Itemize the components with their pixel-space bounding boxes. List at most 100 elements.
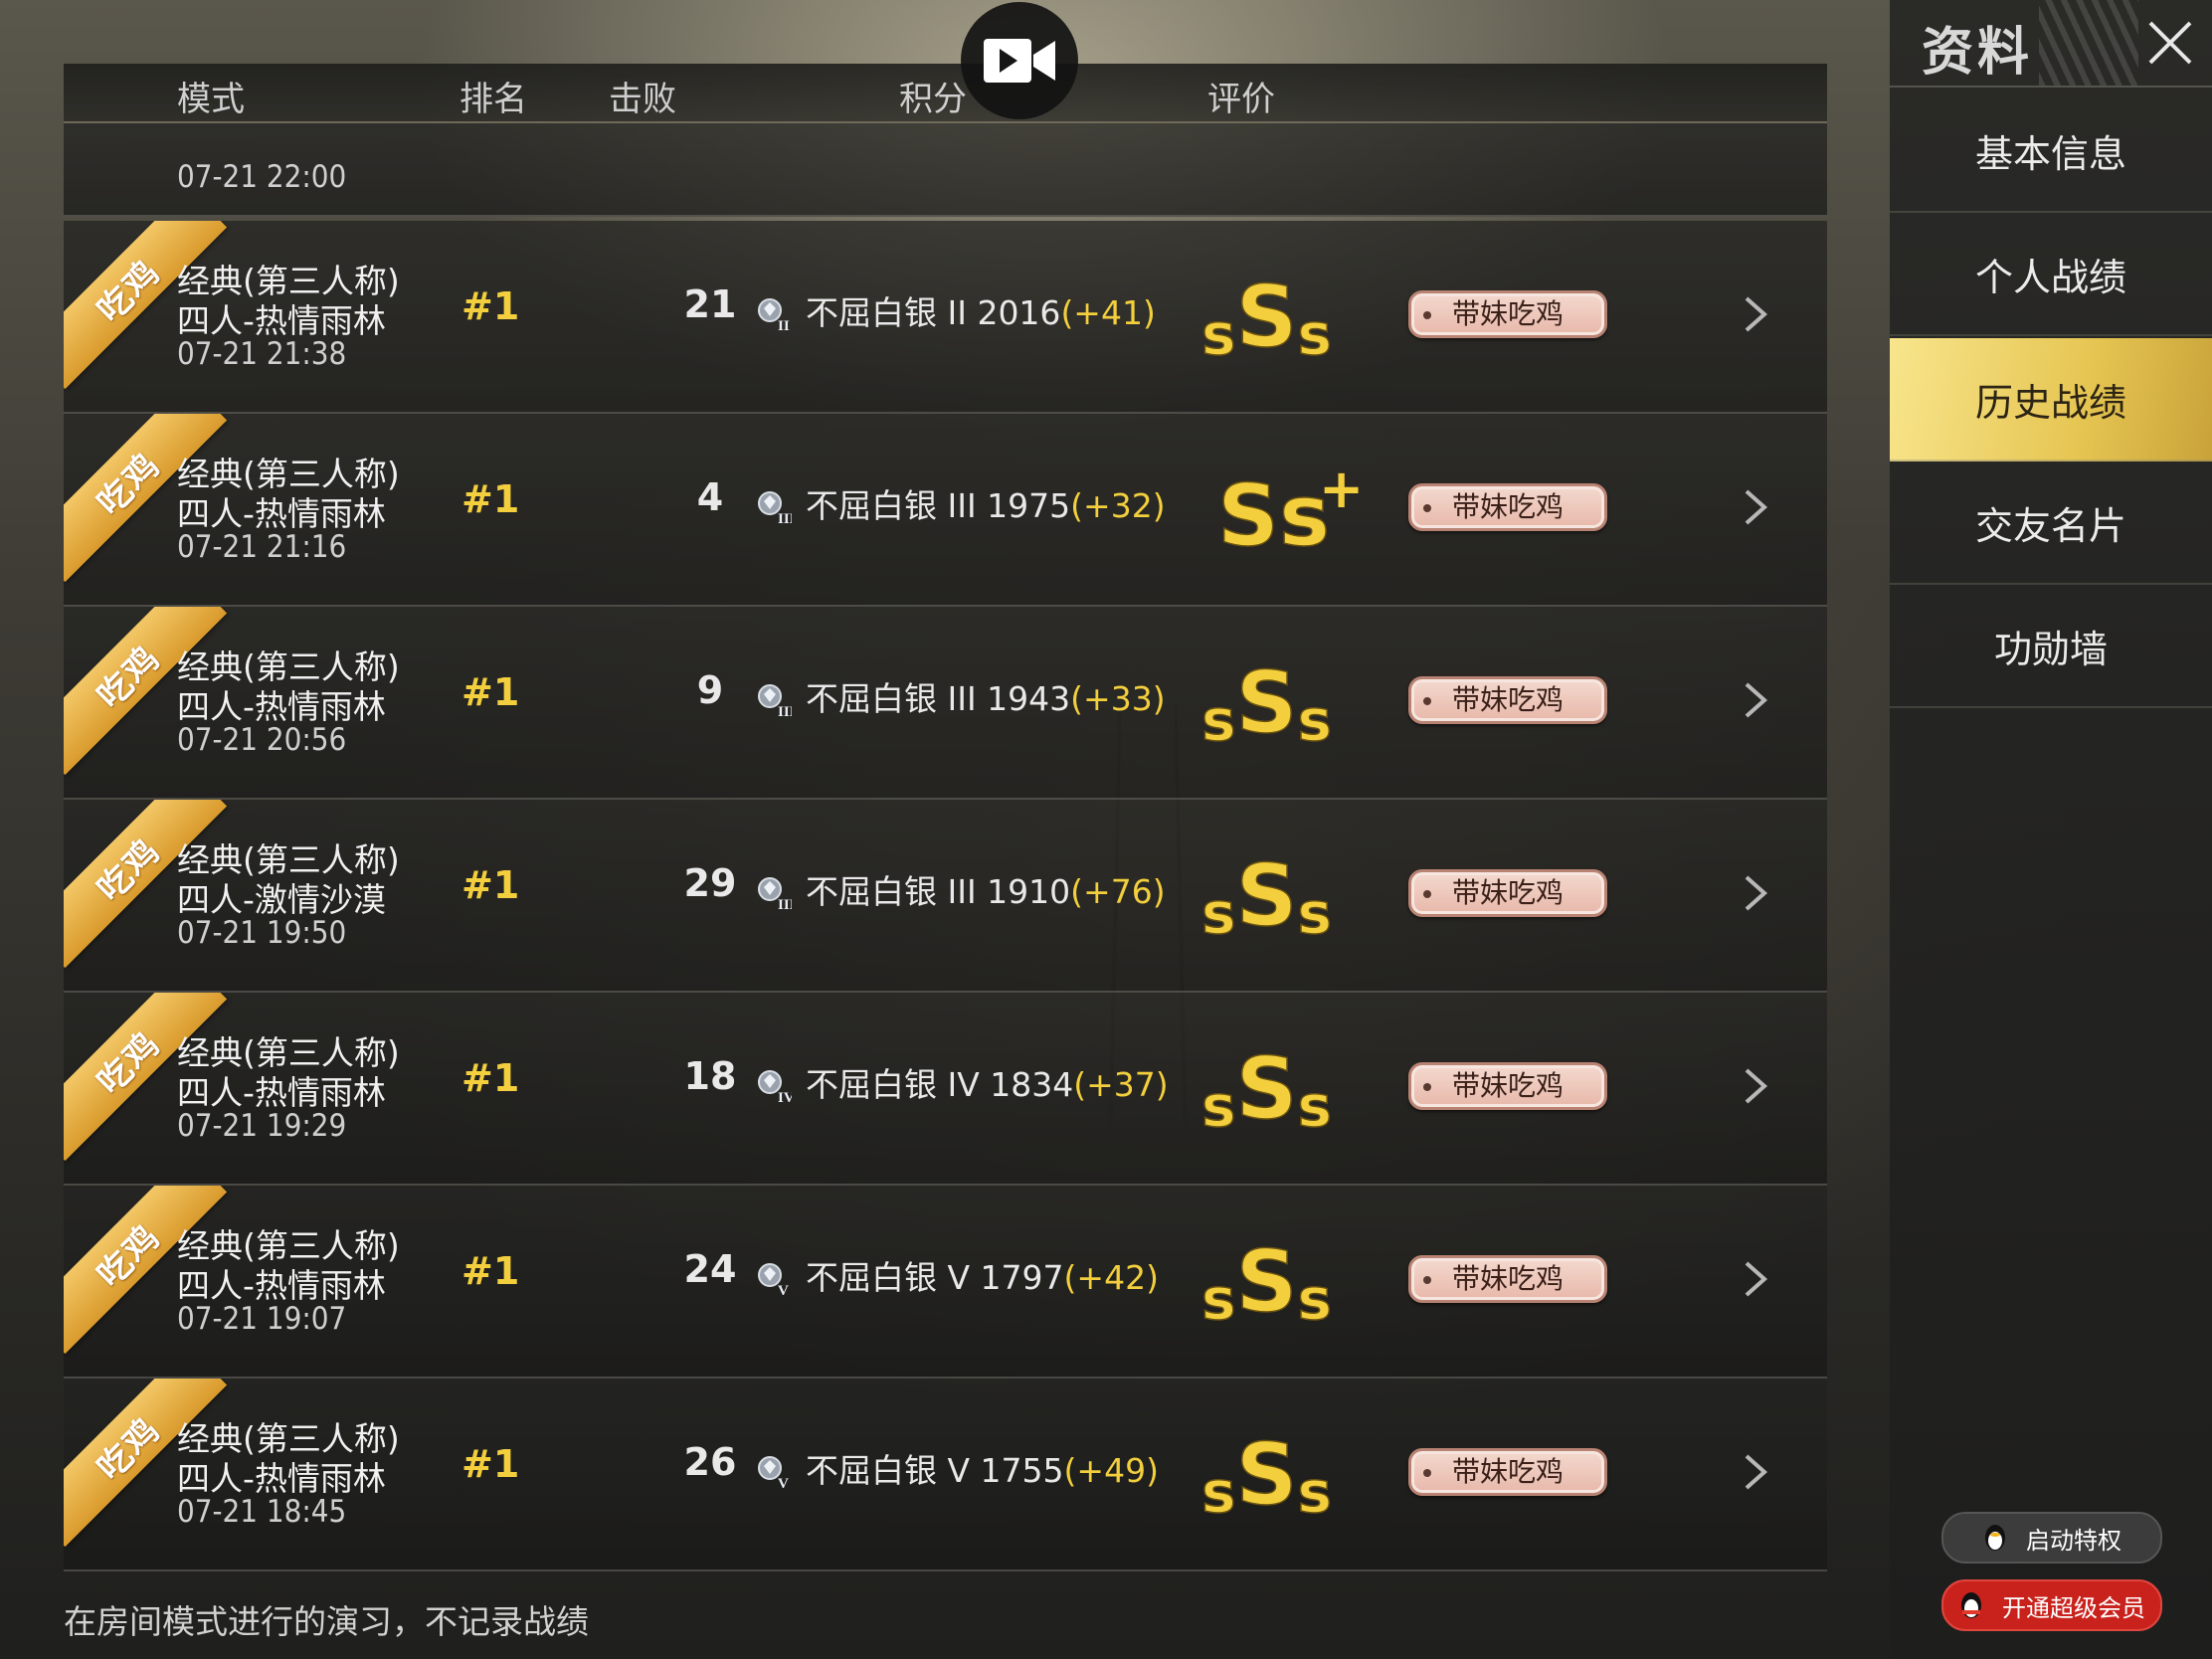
match-tag: 带妹吃鸡 [1408,869,1607,917]
nav-history[interactable]: 历史战绩 [1890,338,2212,461]
nav-label: 功勋墙 [1993,627,2108,671]
match-time: 07-21 22:00 [177,159,347,195]
privilege-label: 启动特权 [2026,1526,2121,1555]
chevron-right-icon[interactable] [1735,1452,1774,1492]
grade-badge: sSs [1200,1237,1333,1327]
nav-personal-stats[interactable]: 个人战绩 [1890,213,2212,336]
col-rank: 排名 [460,80,527,119]
ribbon-label: 吃鸡 [89,251,169,331]
grade-text: sSs [1201,1044,1332,1134]
score-delta: (+76) [1070,872,1166,911]
match-tag: 带妹吃鸡 [1408,290,1607,338]
table-row[interactable]: 吃鸡 经典(第三人称) 四人-热情雨林 07-21 21:38 #1 21 II… [64,221,1827,414]
score-text: 不屈白银 V 1755 [806,1451,1064,1490]
match-time: 07-21 19:07 [177,1301,347,1337]
grade-text: sSs [1201,1430,1332,1520]
grade-badge: sSs [1200,1044,1333,1134]
mode-map: 四人-热情雨林 [177,1266,386,1305]
grade-text: sSs [1201,1237,1332,1327]
score-delta: (+41) [1060,293,1156,332]
divider [1890,86,2212,88]
table-row[interactable]: 吃鸡 经典(第三人称) 四人-热情雨林 07-21 19:29 #1 18 IV… [64,993,1827,1186]
ribbon-label: 吃鸡 [89,444,169,524]
score-text: 不屈白银 IV 1834 [806,1065,1074,1104]
match-tag: 带妹吃鸡 [1408,1062,1607,1110]
history-panel: 模式 排名 击败 积分 评价 07-21 22:00 吃鸡 经典(第三人称) 四… [64,64,1827,1635]
col-grade: 评价 [1207,80,1275,119]
table-row[interactable]: 吃鸡 经典(第三人称) 四人-热情雨林 07-21 20:56 #1 9 III… [64,607,1827,800]
score-text: 不屈白银 II 2016 [806,293,1061,332]
side-panel: 资料 基本信息 个人战绩 历史战绩 交友名片 功勋墙 启动特权 开通超级会员 [1890,0,2212,1659]
chevron-right-icon[interactable] [1735,680,1774,720]
nav-label: 个人战绩 [1974,255,2126,299]
grade-text: sSs [1201,273,1332,362]
footer-note: 在房间模式进行的演习，不记录战绩 [64,1602,589,1641]
mode-map: 四人-激情沙漠 [177,880,386,919]
chevron-right-icon[interactable] [1735,1259,1774,1299]
grade-badge: sSs [1200,851,1333,941]
score-delta: (+32) [1070,486,1166,525]
table-row[interactable]: 吃鸡 经典(第三人称) 四人-热情雨林 07-21 21:16 #1 4 III… [64,414,1827,607]
match-rank: #1 [461,1249,520,1293]
record-button[interactable] [961,2,1078,119]
chevron-right-icon[interactable] [1735,294,1774,334]
tier-numeral: IV [778,1090,792,1104]
match-tag: 带妹吃鸡 [1408,676,1607,724]
title-decoration [2039,0,2138,86]
nav-label: 基本信息 [1974,131,2126,176]
match-rank: #1 [461,1442,520,1486]
nav-label: 交友名片 [1974,503,2126,548]
score-text: 不屈白银 III 1975 [806,486,1071,525]
chevron-right-icon[interactable] [1735,487,1774,527]
ribbon-label: 吃鸡 [89,637,169,717]
close-button[interactable] [2128,0,2212,86]
mode-map: 四人-热情雨林 [177,301,386,340]
col-score: 积分 [899,80,967,119]
silver-tier-badge-icon: V [758,1456,789,1490]
super-member-button[interactable]: 开通超级会员 [1941,1579,2162,1631]
score-delta: (+49) [1063,1451,1159,1490]
qq-penguin-icon [1961,1592,1981,1618]
privilege-button[interactable]: 启动特权 [1941,1512,2162,1564]
video-camera-icon [984,39,1055,83]
table-header: 模式 排名 击败 积分 评价 [64,64,1827,123]
nav-merit-wall[interactable]: 功勋墙 [1890,585,2212,708]
chevron-right-icon[interactable] [1735,873,1774,913]
qq-penguin-icon [1985,1525,2005,1551]
match-tag: 带妹吃鸡 [1408,1255,1607,1303]
rank-score: 不屈白银 II 2016(+41) [806,286,1156,334]
ribbon-label: 吃鸡 [89,1215,169,1296]
score-text: 不屈白银 III 1910 [806,872,1071,911]
mode-map: 四人-热情雨林 [177,1459,386,1498]
grade-badge: sSs [1200,273,1333,362]
grade-badge: sSs [1200,1430,1333,1520]
col-kills: 击败 [609,80,676,119]
match-time: 07-21 18:45 [177,1494,347,1530]
tier-numeral: III [778,704,792,718]
tier-numeral: III [778,897,792,911]
match-rank: #1 [461,284,520,328]
nav-friend-card[interactable]: 交友名片 [1890,461,2212,585]
match-rank: #1 [461,477,520,521]
ribbon-label: 吃鸡 [89,1022,169,1103]
table-row-partial[interactable]: 07-21 22:00 [64,121,1827,217]
table-row[interactable]: 吃鸡 经典(第三人称) 四人-热情雨林 07-21 18:45 #1 26 V … [64,1379,1827,1571]
grade-text: sSs [1201,658,1332,748]
super-member-label: 开通超级会员 [2002,1593,2145,1622]
mode-map: 四人-热情雨林 [177,1073,386,1112]
match-tag: 带妹吃鸡 [1408,1448,1607,1496]
chevron-right-icon[interactable] [1735,1066,1774,1106]
grade-plus: + [1319,465,1364,520]
match-rank: #1 [461,1056,520,1100]
table-row[interactable]: 吃鸡 经典(第三人称) 四人-激情沙漠 07-21 19:50 #1 29 II… [64,800,1827,993]
nav-label: 历史战绩 [1974,380,2126,425]
mode-map: 四人-热情雨林 [177,687,386,726]
match-time: 07-21 20:56 [177,722,347,758]
table-row[interactable]: 吃鸡 经典(第三人称) 四人-热情雨林 07-21 19:07 #1 24 V … [64,1186,1827,1379]
nav-basic-info[interactable]: 基本信息 [1890,90,2212,213]
tier-numeral: V [778,1476,789,1490]
silver-tier-badge-icon: III [758,684,792,718]
close-x-icon [2148,21,2192,65]
score-text: 不屈白银 V 1797 [806,1258,1064,1297]
score-text: 不屈白银 III 1943 [806,679,1071,718]
